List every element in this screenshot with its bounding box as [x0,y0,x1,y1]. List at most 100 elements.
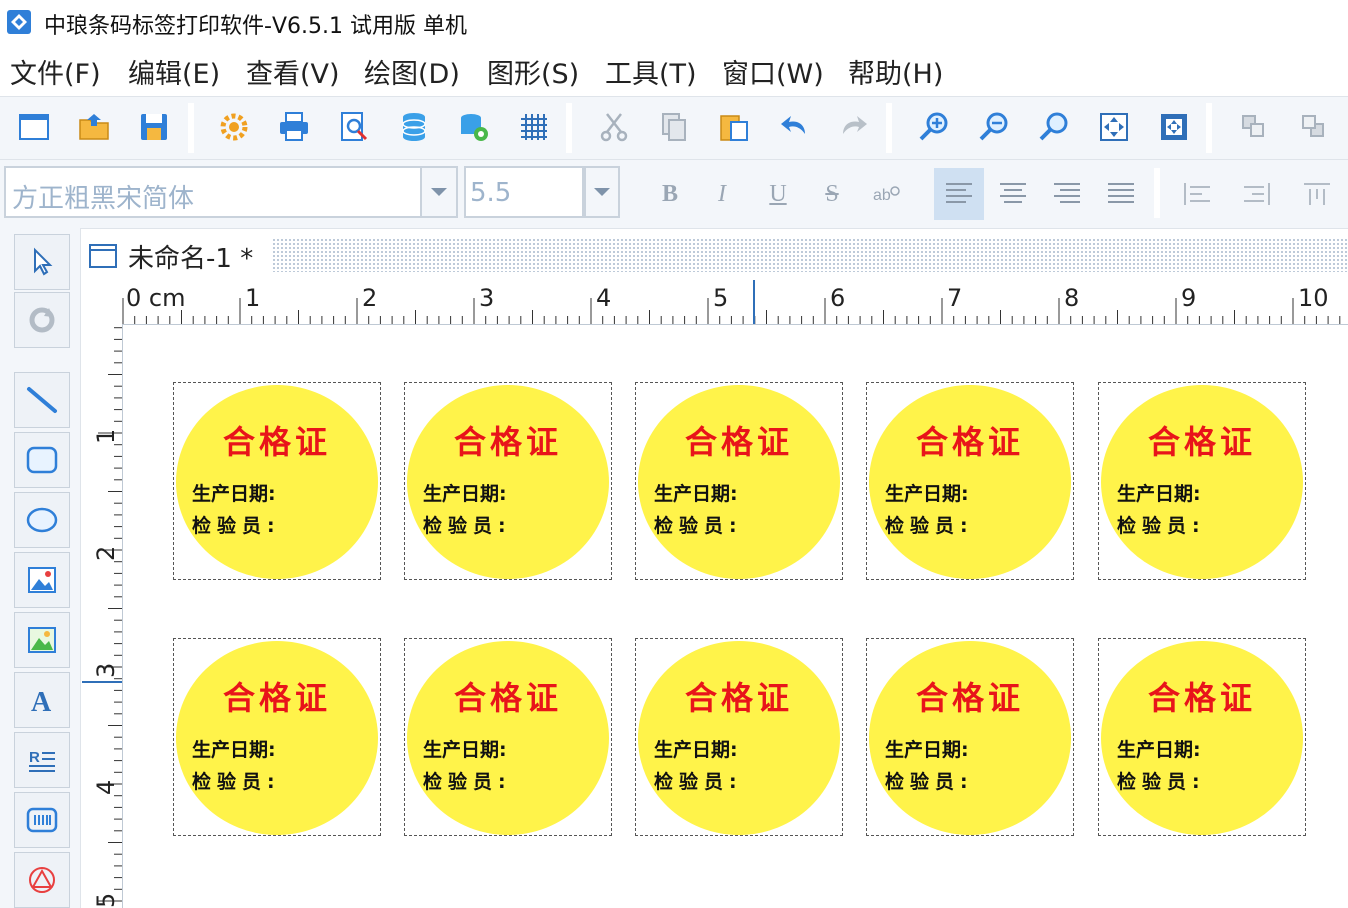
vertical-ruler: 1 2 3 4 5 [82,324,123,908]
ruler-label: 4 [92,779,120,795]
label-item[interactable]: 合格证 生产日期: 检验员: [173,638,381,836]
label-item[interactable]: 合格证 生产日期: 检验员: [1098,638,1306,836]
image-icon [28,567,56,593]
text-tool-button[interactable]: A [14,672,70,728]
rich-text-tool-button[interactable]: R [14,732,70,788]
label-item[interactable]: 合格证 生产日期: 检验员: [173,382,381,580]
barcode-tool-button[interactable] [14,792,70,848]
menu-help[interactable]: 帮助(H) [848,52,943,91]
label-item[interactable]: 合格证 生产日期: 检验员: [866,382,1074,580]
inspector-label: 检验员: [654,771,743,793]
indent-decrease-button[interactable] [1172,168,1222,220]
rotate-tool-button[interactable] [14,292,70,348]
database-icon[interactable] [394,107,434,147]
strikethrough-button[interactable]: S [812,174,852,214]
label-item[interactable]: 合格证 生产日期: 检验员: [404,382,612,580]
document-tab[interactable]: 未命名-1 * [88,236,253,276]
label-title: 合格证 [453,679,562,717]
align-center-button[interactable] [988,168,1038,220]
production-date-label: 生产日期: [192,739,276,761]
menu-view[interactable]: 查看(V) [246,52,340,91]
label-item[interactable]: 合格证 生产日期: 检验员: [635,382,843,580]
production-date-label: 生产日期: [423,739,507,761]
print-preview-icon[interactable] [334,107,374,147]
label-item[interactable]: 合格证 生产日期: 检验员: [404,638,612,836]
font-dropdown-button[interactable] [422,166,458,218]
main-toolbar [0,96,1348,160]
align-right-button[interactable] [1042,168,1092,220]
window-title: 中琅条码标签打印软件-V6.5.1 试用版 单机 [44,14,467,39]
inspector-label: 检验员: [192,771,281,793]
database-settings-icon[interactable] [454,107,494,147]
print-icon[interactable] [274,107,314,147]
app-logo-icon [7,10,31,34]
undo-icon[interactable] [774,107,814,147]
ellipse-tool-button[interactable] [14,492,70,548]
align-left-button[interactable] [934,168,984,220]
label-title: 合格证 [453,423,562,461]
underline-button[interactable]: U [758,174,798,214]
font-size-select[interactable]: 5.5 [464,166,584,218]
label-item[interactable]: 合格证 生产日期: 检验员: [1098,382,1306,580]
label-title: 合格证 [1147,423,1256,461]
send-back-icon[interactable] [1294,107,1334,147]
barcode-icon [26,807,58,833]
menu-shape[interactable]: 图形(S) [487,52,579,91]
title-bar: 中琅条码标签打印软件-V6.5.1 试用版 单机 [0,0,1348,44]
open-folder-icon[interactable] [74,107,114,147]
copy-icon[interactable] [654,107,694,147]
label-canvas[interactable]: 合格证 生产日期: 检验员: 合格证 生产日期: 检验员: 合格证 生产日期: … [123,325,1348,908]
vertical-text-button[interactable] [1292,168,1342,220]
actual-size-icon[interactable] [1154,107,1194,147]
menu-bar: 文件(F) 编辑(E) 查看(V) 绘图(D) 图形(S) 工具(T) 窗口(W… [0,48,1348,94]
triangle-shape-icon [29,867,55,893]
menu-window[interactable]: 窗口(W) [722,52,824,91]
paste-icon[interactable] [714,107,754,147]
align-right-icon [1054,183,1080,203]
production-date-label: 生产日期: [423,483,507,505]
fit-page-icon[interactable] [1094,107,1134,147]
line-tool-button[interactable] [14,372,70,428]
menu-edit[interactable]: 编辑(E) [128,52,220,91]
label-item[interactable]: 合格证 生产日期: 检验员: [866,638,1074,836]
cut-icon[interactable] [594,107,634,147]
zoom-out-icon[interactable] [974,107,1014,147]
italic-button[interactable]: I [702,174,742,214]
new-document-icon[interactable] [14,107,54,147]
bold-button[interactable]: B [650,174,690,214]
settings-gear-icon[interactable] [214,107,254,147]
rounded-rectangle-icon [26,446,58,474]
font-size-value: 5.5 [470,178,512,208]
zoom-in-icon[interactable] [914,107,954,147]
image-tool-button[interactable] [14,552,70,608]
ruler-label: 1 [92,428,120,444]
justify-button[interactable] [1096,168,1146,220]
bring-front-icon[interactable] [1234,107,1274,147]
menu-draw[interactable]: 绘图(D) [364,52,460,91]
font-family-select[interactable]: 方正粗黑宋简体 [4,166,422,218]
indent-increase-button[interactable] [1232,168,1282,220]
rectangle-tool-button[interactable] [14,432,70,488]
label-item[interactable]: 合格证 生产日期: 检验员: [635,638,843,836]
save-icon[interactable] [134,107,174,147]
pointer-arrow-icon [34,247,53,276]
label-title: 合格证 [222,423,331,461]
menu-tools[interactable]: 工具(T) [605,52,697,91]
select-tool-button[interactable] [14,234,70,290]
redo-icon[interactable] [834,107,874,147]
production-date-label: 生产日期: [1117,739,1201,761]
rich-text-icon: R [29,749,55,772]
menu-file[interactable]: 文件(F) [10,52,101,91]
inspector-label: 检验员: [654,515,743,537]
label-title: 合格证 [915,679,1024,717]
zoom-icon[interactable] [1034,107,1074,147]
production-date-label: 生产日期: [654,483,738,505]
shape-tool-button[interactable] [14,852,70,908]
picture-icon [28,627,56,653]
grid-icon[interactable] [514,107,554,147]
size-dropdown-button[interactable] [584,166,620,218]
ruler-label: 8 [1064,284,1080,312]
text-effect-icon[interactable]: ab [866,174,906,214]
label-title: 合格证 [915,423,1024,461]
picture-tool-button[interactable] [14,612,70,668]
